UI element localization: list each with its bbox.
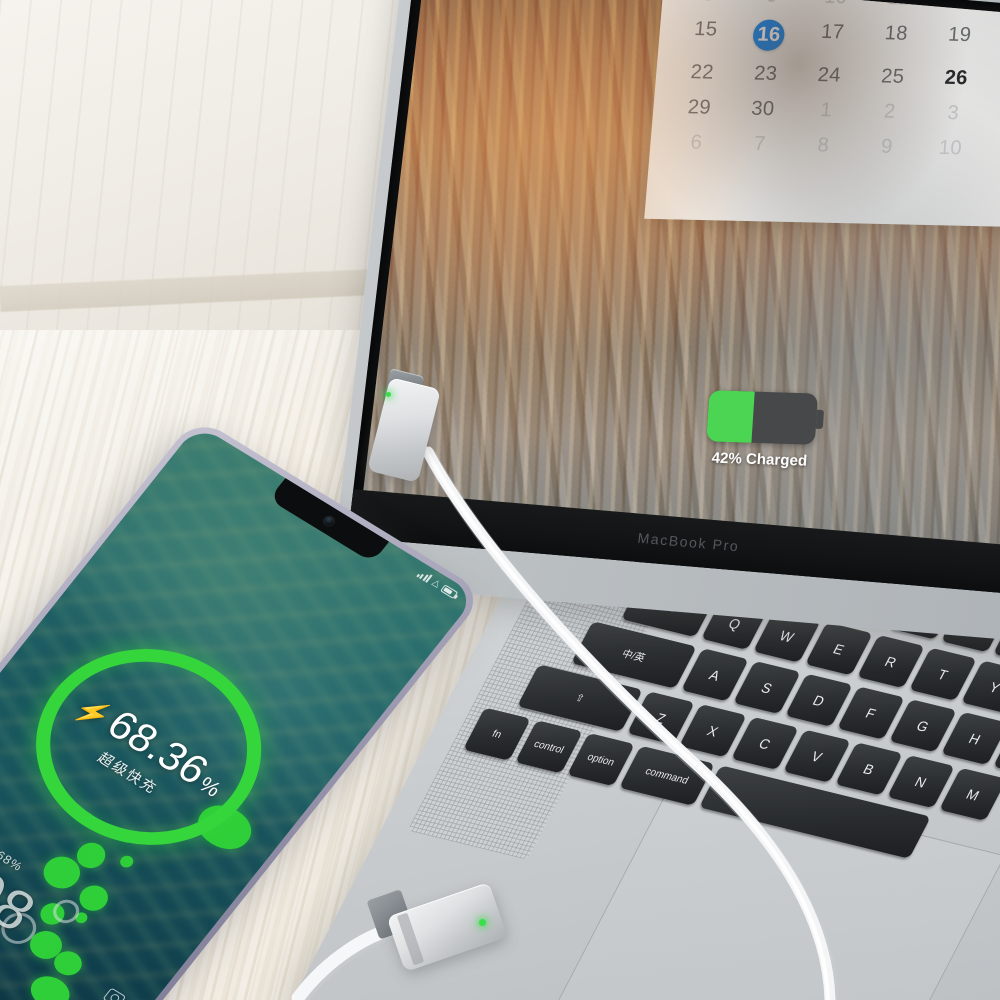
front-camera-icon	[322, 514, 336, 527]
bubble	[117, 853, 136, 870]
bubble	[73, 880, 114, 916]
charging-led-indicator	[479, 919, 486, 926]
laptop-connector-led	[386, 392, 391, 397]
product-photo-scene: !1 @2 #3 $4 %5 ^6 &7 *8 (9 )0 tab Q W E …	[0, 0, 1000, 1000]
